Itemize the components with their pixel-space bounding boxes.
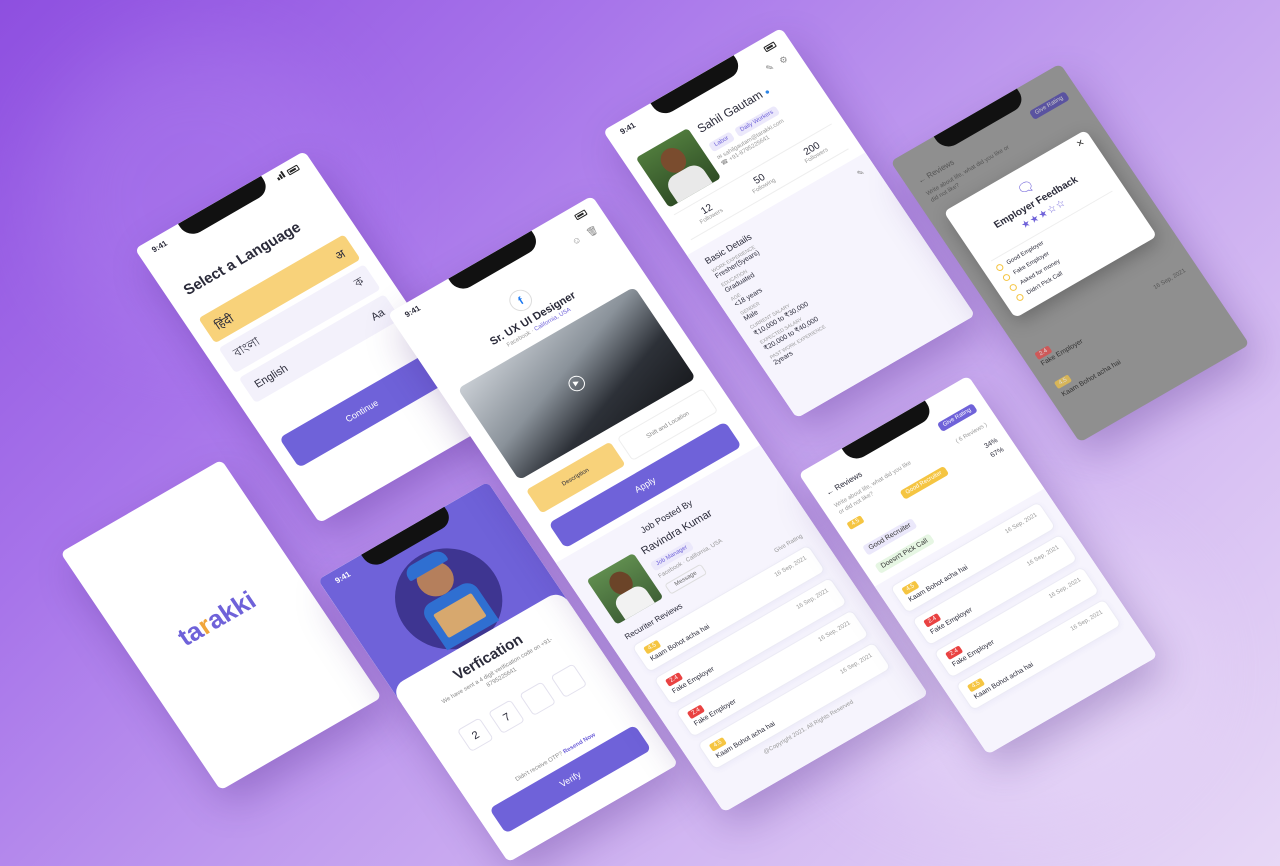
play-icon[interactable]: ▶ xyxy=(565,372,589,395)
status-time: 9:41 xyxy=(618,120,638,137)
employer-feedback-modal: ✕ 🗨 Employer Feedback ★★★☆☆ Good Employe… xyxy=(943,129,1158,319)
bg-review-text: Kaam Bohot acha hai xyxy=(1060,358,1123,399)
stat-following[interactable]: 50 Following xyxy=(745,168,777,195)
edit-icon[interactable]: ✎ xyxy=(764,62,777,75)
radio-icon xyxy=(1001,272,1012,283)
radio-icon xyxy=(1014,292,1025,303)
verified-icon: ● xyxy=(762,86,772,97)
language-glyph: ক xyxy=(351,274,367,291)
otp-digit-4[interactable] xyxy=(550,663,588,698)
radio-icon xyxy=(994,262,1005,273)
radio-icon xyxy=(1008,282,1019,293)
status-icons xyxy=(275,163,301,182)
language-label: हिंदी xyxy=(211,310,237,333)
stat-followers[interactable]: 12 Followers xyxy=(693,199,725,225)
user-icon[interactable]: ☺ xyxy=(570,234,584,248)
settings-icon[interactable]: ⚙ xyxy=(777,54,790,67)
trash-icon[interactable]: 🗑 xyxy=(585,224,601,239)
stat-followers-2[interactable]: 200 Followers xyxy=(798,138,830,165)
otp-digit-3[interactable] xyxy=(519,681,557,716)
otp-digit-2[interactable]: 7 xyxy=(487,699,525,734)
otp-digit-1[interactable]: 2 xyxy=(456,717,494,752)
status-time: 9:41 xyxy=(403,303,423,320)
language-label: English xyxy=(252,362,291,391)
facebook-logo-icon: f xyxy=(504,285,537,316)
tarakki-logo: tarakki xyxy=(171,584,262,652)
language-glyph: Aa xyxy=(368,306,388,324)
status-time: 9:41 xyxy=(150,238,170,255)
status-time: 9:41 xyxy=(333,569,353,586)
language-glyph: अ xyxy=(331,246,348,263)
feedback-bg-give-rating: Give Rating xyxy=(1028,91,1070,121)
edit-details-icon[interactable]: ✎ xyxy=(855,167,866,178)
language-label: বাংলা xyxy=(230,334,263,360)
feedback-screen: ← Reviews Give Rating Write about life, … xyxy=(890,63,1250,443)
